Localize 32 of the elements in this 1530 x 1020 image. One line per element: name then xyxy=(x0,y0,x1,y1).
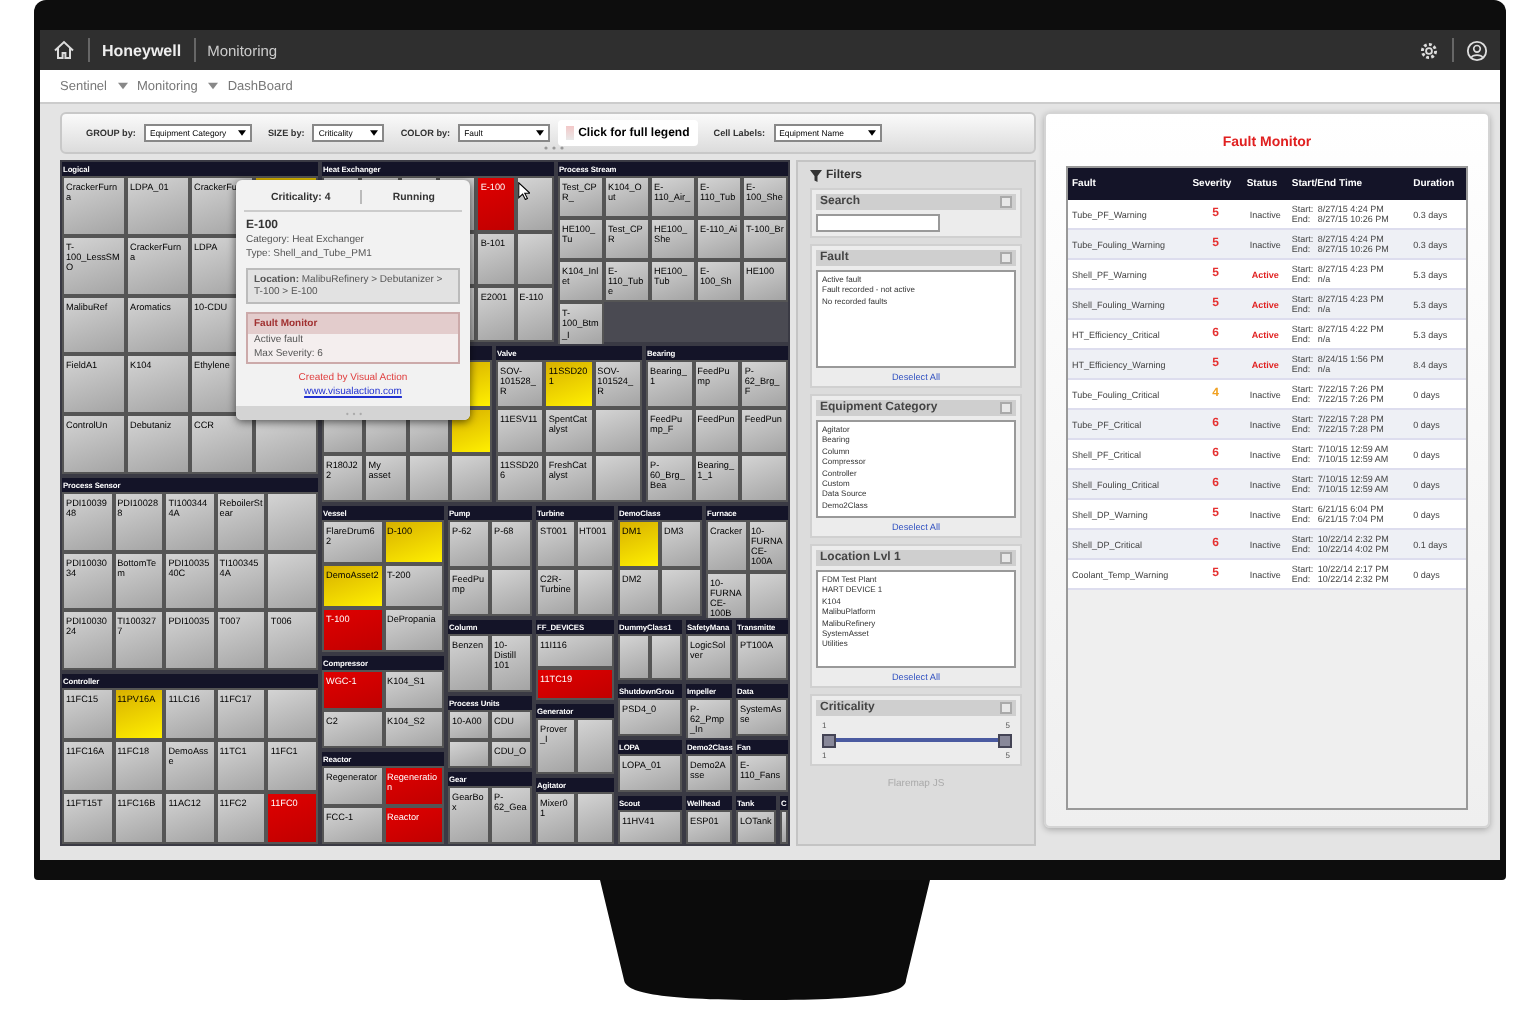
treemap-cell[interactable] xyxy=(650,634,682,680)
treemap-cell[interactable] xyxy=(618,634,650,680)
treemap-cell[interactable] xyxy=(266,551,318,611)
caret-icon[interactable] xyxy=(370,130,379,136)
treemap-cell[interactable] xyxy=(660,568,702,616)
filter-icon xyxy=(810,170,822,182)
search-field[interactable] xyxy=(816,214,940,232)
caret-icon[interactable] xyxy=(237,130,246,136)
treemap-cell[interactable] xyxy=(490,568,532,616)
treemap-cell[interactable] xyxy=(593,407,642,455)
treemap-cell[interactable] xyxy=(254,414,318,474)
treemap-cell[interactable] xyxy=(515,231,554,287)
treemap-cell[interactable] xyxy=(449,454,492,502)
cursor-icon xyxy=(518,182,530,200)
settings-icon[interactable] xyxy=(1418,39,1440,61)
slider-handle[interactable] xyxy=(822,734,836,748)
caret-icon[interactable] xyxy=(536,130,545,136)
treemap-cell[interactable] xyxy=(448,739,490,768)
treemap-cell[interactable] xyxy=(740,454,788,502)
slider-handle[interactable] xyxy=(998,734,1012,748)
treemap-cell[interactable] xyxy=(407,454,450,502)
treemap-cell[interactable] xyxy=(593,454,642,502)
caret-icon[interactable] xyxy=(867,130,876,136)
treemap-cell[interactable] xyxy=(266,688,318,740)
user-icon[interactable] xyxy=(1466,39,1488,61)
brand-name: Honeywell xyxy=(102,41,182,59)
treemap-cell[interactable] xyxy=(266,492,318,552)
treemap-cell[interactable] xyxy=(780,810,788,844)
treemap-cell[interactable] xyxy=(575,568,614,616)
treemap-cell[interactable] xyxy=(575,718,614,774)
treemap-cell[interactable] xyxy=(575,792,614,844)
home-icon[interactable] xyxy=(52,38,76,62)
